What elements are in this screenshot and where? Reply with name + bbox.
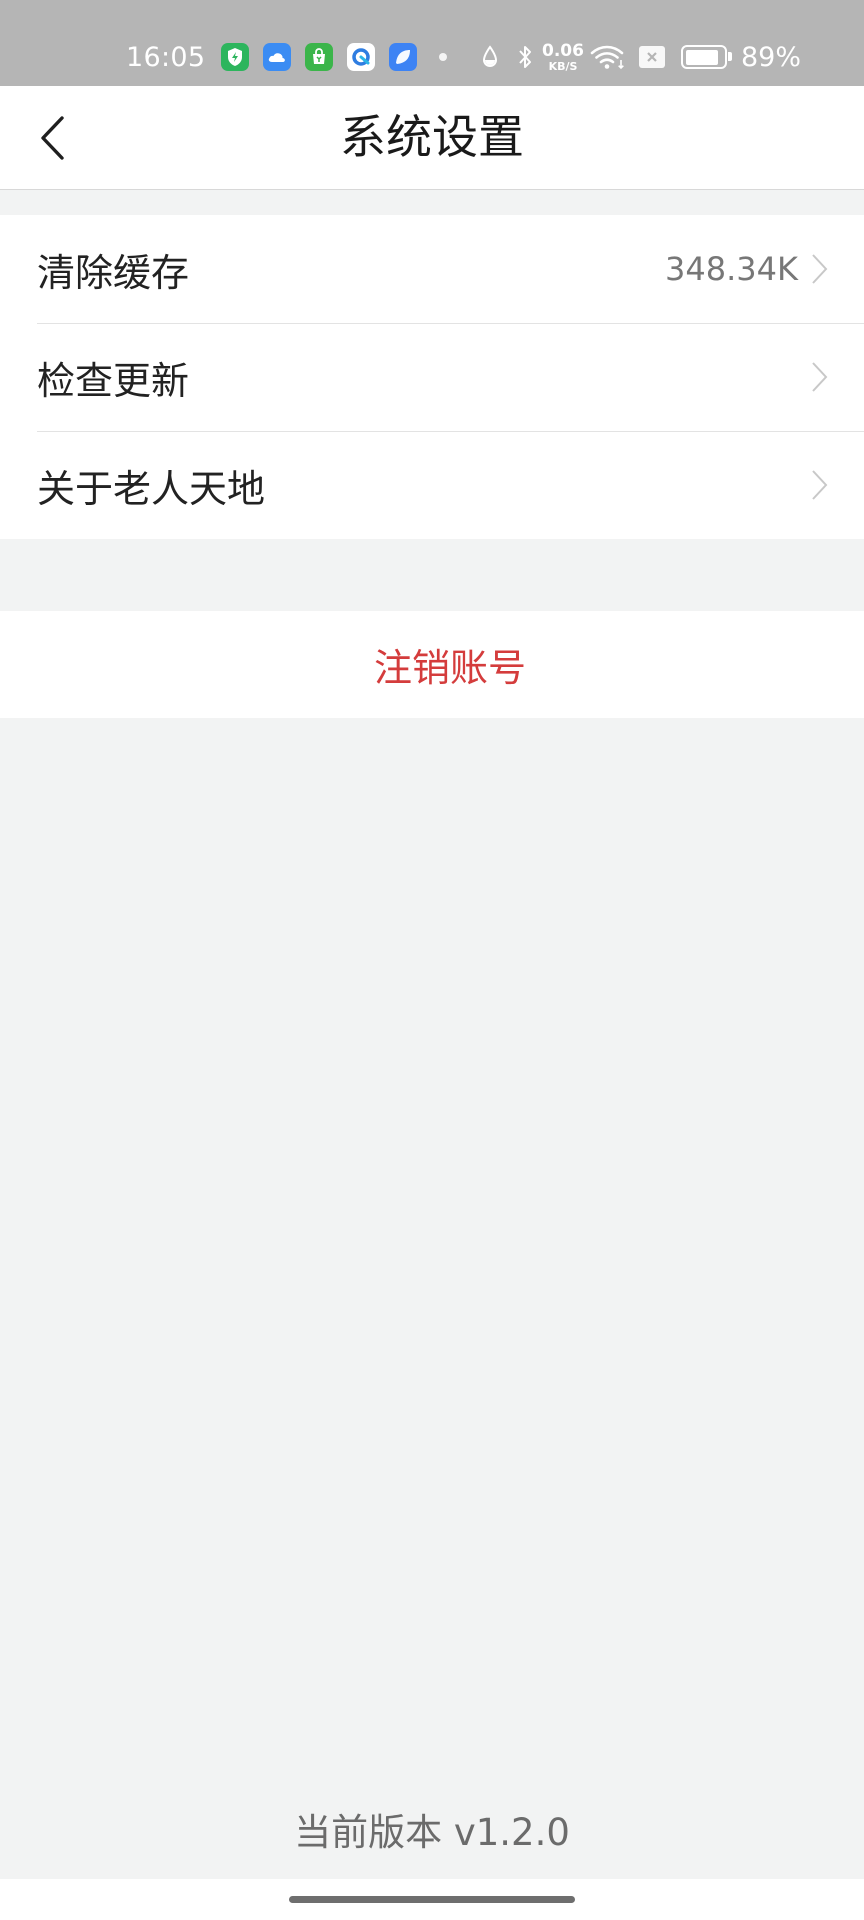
security-app-icon [221,43,249,71]
cache-size-value: 348.34K [665,250,798,288]
store-app-icon [305,43,333,71]
battery-icon [681,45,732,69]
bluetooth-icon [519,46,531,68]
weather-app-icon [263,43,291,71]
wifi-icon [590,45,624,70]
notification-icons [221,38,417,76]
home-indicator[interactable] [289,1896,575,1903]
chevron-right-icon [812,362,828,392]
logout-button[interactable]: 注销账号 [0,611,864,718]
network-speed-unit: KB/S [548,59,578,73]
network-speed-value: 0.06 [542,40,584,61]
header: 系统设置 [0,86,864,190]
battery-fill [685,49,719,65]
settings-item-label: 关于老人天地 [37,466,266,511]
notes-app-icon [389,43,417,71]
settings-item-clear-cache[interactable]: 清除缓存 348.34K [0,215,864,323]
settings-item-label: 检查更新 [37,358,190,403]
settings-list: 清除缓存 348.34K 检查更新 关于老人天地 [0,215,864,539]
chevron-right-icon [812,470,828,500]
browser-app-icon [347,43,375,71]
notification-dot-icon [439,53,447,61]
settings-item-check-update[interactable]: 检查更新 [0,323,864,431]
status-time: 16:05 [126,41,206,73]
page-title: 系统设置 [340,110,524,164]
chevron-right-icon [812,254,828,284]
network-speed: 0.06 KB/S [541,38,585,76]
navigation-bar [0,1879,864,1920]
settings-item-about[interactable]: 关于老人天地 [0,431,864,539]
logout-label: 注销账号 [373,646,526,690]
version-text: 当前版本 v1.2.0 [294,1811,570,1854]
chevron-left-icon [41,115,64,160]
status-bar: 16:05 0.06 KB/S 89% [0,0,864,86]
water-drop-icon [482,45,498,67]
sim-off-icon [639,46,665,68]
back-button[interactable] [22,86,94,189]
settings-item-label: 清除缓存 [37,250,190,295]
battery-percent: 89% [741,41,802,73]
